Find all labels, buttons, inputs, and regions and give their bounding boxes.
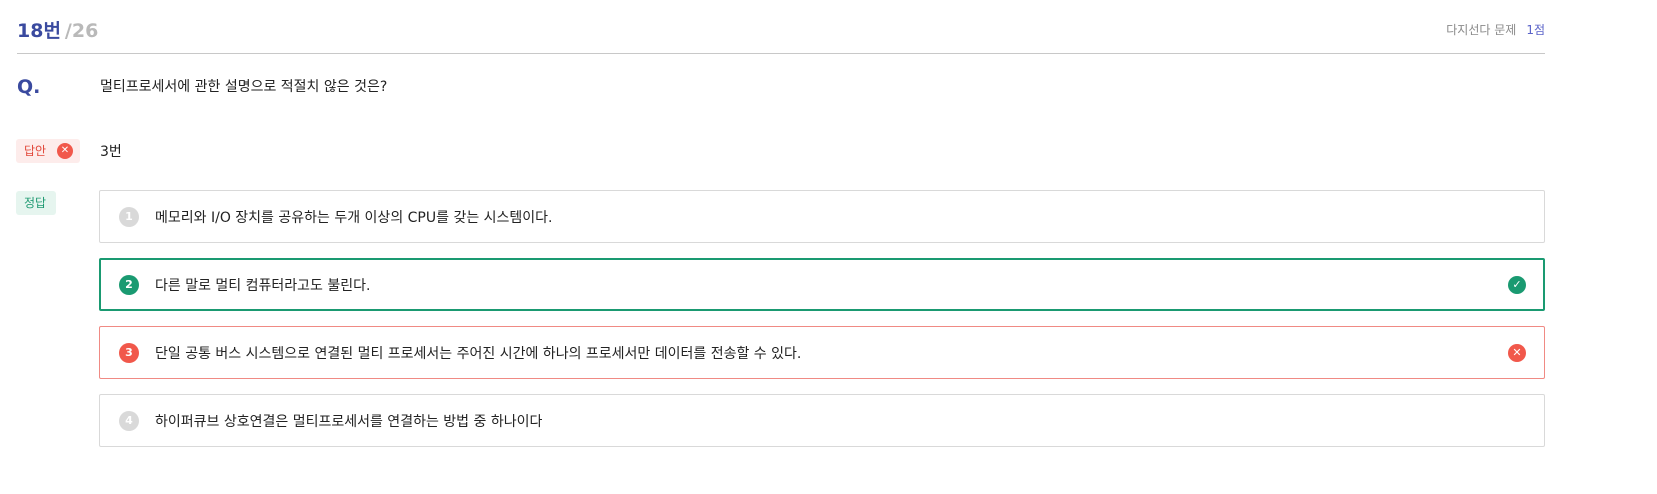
answer-tag: 답안 ✕ — [16, 139, 80, 163]
question-meta: 다지선다 문제 1점 — [1446, 21, 1545, 38]
option-number-badge: 3 — [119, 342, 139, 363]
x-circle-icon: ✕ — [1508, 343, 1526, 362]
x-circle-icon: ✕ — [57, 143, 73, 159]
option-text: 다른 말로 멀티 컴퓨터라고도 불린다. — [155, 277, 371, 294]
correct-answer-tag: 정답 — [16, 191, 56, 215]
option-number-badge: 1 — [119, 206, 139, 227]
option-2[interactable]: 2 다른 말로 멀티 컴퓨터라고도 불린다. ✓ — [99, 258, 1545, 311]
option-text: 메모리와 I/O 장치를 공유하는 두개 이상의 CPU를 갖는 시스템이다. — [155, 209, 553, 226]
question-label: Q. — [17, 76, 41, 98]
option-4[interactable]: 4 하이퍼큐브 상호연결은 멀티프로세서를 연결하는 방법 중 하나이다 — [99, 394, 1545, 447]
option-3[interactable]: 3 단일 공통 버스 시스템으로 연결된 멀티 프로세서는 주어진 시간에 하나… — [99, 326, 1545, 379]
question-header: 18번/26 다지선다 문제 1점 — [17, 0, 1545, 54]
question-total: /26 — [64, 20, 99, 42]
question-number-value: 18번 — [17, 20, 61, 42]
option-text: 단일 공통 버스 시스템으로 연결된 멀티 프로세서는 주어진 시간에 하나의 … — [155, 345, 802, 362]
option-number-badge: 4 — [119, 410, 139, 431]
option-text: 하이퍼큐브 상호연결은 멀티프로세서를 연결하는 방법 중 하나이다 — [155, 413, 543, 430]
question-text: 멀티프로세서에 관한 설명으로 적절치 않은 것은? — [100, 79, 388, 95]
check-circle-icon: ✓ — [1508, 275, 1526, 294]
question-number: 18번/26 — [17, 16, 98, 43]
answer-tag-label: 답안 — [24, 144, 47, 158]
option-1[interactable]: 1 메모리와 I/O 장치를 공유하는 두개 이상의 CPU를 갖는 시스템이다… — [99, 190, 1545, 243]
option-number-badge: 2 — [119, 274, 139, 295]
question-type: 다지선다 문제 — [1446, 23, 1517, 37]
question-points: 1점 — [1526, 23, 1545, 37]
submitted-answer: 3번 — [100, 144, 122, 160]
correct-tag-label: 정답 — [24, 196, 47, 210]
